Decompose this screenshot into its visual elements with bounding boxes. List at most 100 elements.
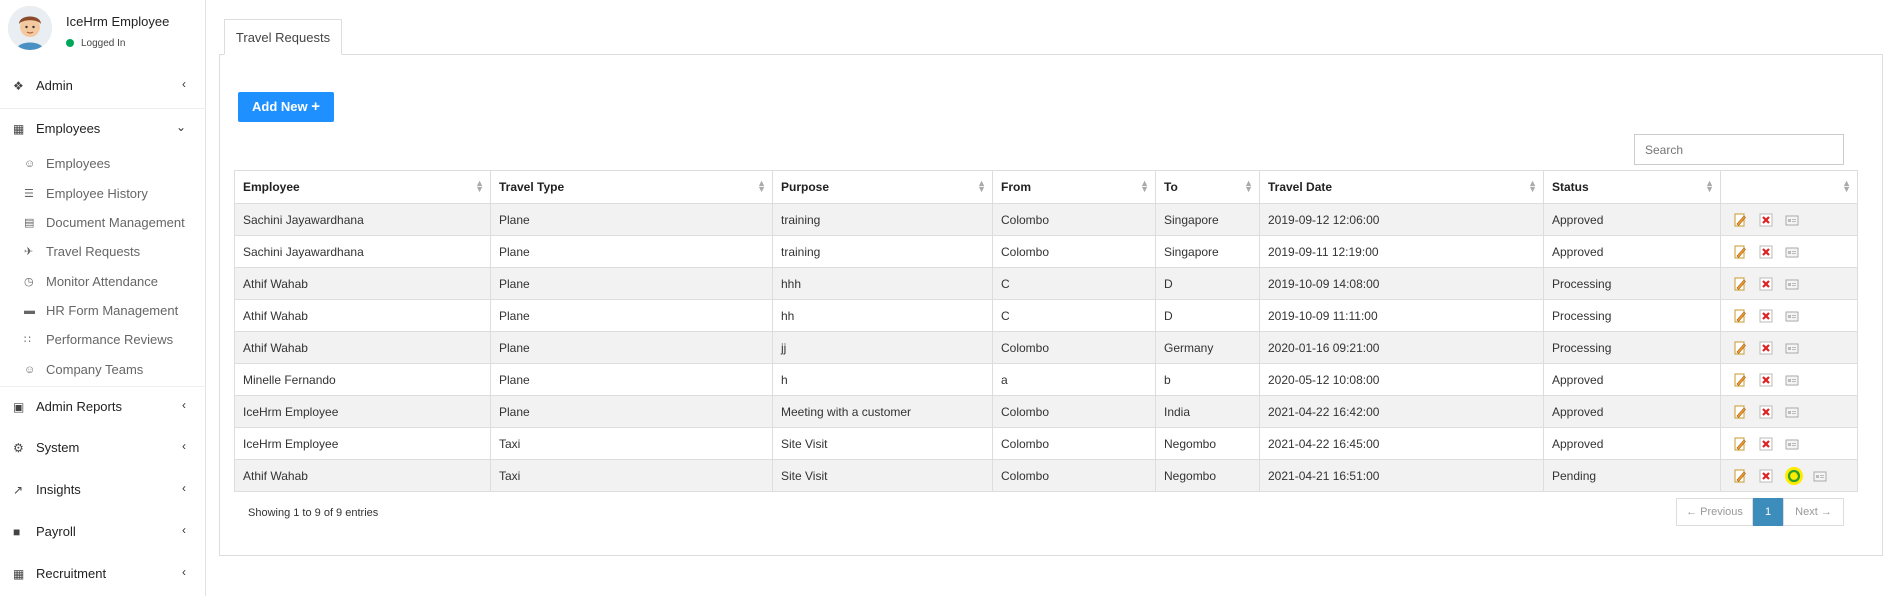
travel-requests-table: Employee ▲ ▼ Travel Type ▲ ▼ Purpose ▲ ▼ From ▲…: [234, 170, 1858, 492]
column-header-actions[interactable]: ▲ ▼: [1720, 170, 1858, 204]
user-name: IceHrm Employee: [66, 14, 170, 29]
sidebar-item-travel-requests[interactable]: ✈ Travel Requests: [0, 238, 206, 266]
cell-to: Negombo: [1155, 427, 1260, 460]
delete-icon[interactable]: [1759, 245, 1773, 259]
column-header-status[interactable]: Status ▲ ▼: [1543, 170, 1721, 204]
chart-line-icon: ↗: [13, 483, 24, 497]
cell-travel-type: Plane: [490, 267, 773, 300]
menu-recruitment[interactable]: ▦ Recruitment ‹: [0, 554, 206, 594]
previous-page-button[interactable]: ← Previous: [1676, 498, 1753, 526]
delete-icon[interactable]: [1759, 277, 1773, 291]
menu-payroll[interactable]: ■ Payroll ‹: [0, 512, 206, 552]
menu-employees-label: Employees: [36, 121, 101, 136]
column-header-travel-date[interactable]: Travel Date ▲ ▼: [1259, 170, 1544, 204]
menu-insights-label: Insights: [36, 482, 81, 497]
delete-icon[interactable]: [1759, 309, 1773, 323]
table-row: Minelle Fernando Plane h a b 2020-05-12 10:08…: [234, 363, 1858, 396]
plus-icon: +: [311, 98, 320, 115]
page-1-button[interactable]: 1: [1753, 498, 1783, 526]
view-icon[interactable]: [1785, 437, 1799, 451]
cell-travel-type: Plane: [490, 235, 773, 268]
cell-purpose: Site Visit: [772, 427, 993, 460]
delete-icon[interactable]: [1759, 341, 1773, 355]
delete-icon[interactable]: [1759, 213, 1773, 227]
edit-icon[interactable]: [1733, 309, 1747, 323]
edit-icon[interactable]: [1733, 277, 1747, 291]
edit-icon[interactable]: [1733, 213, 1747, 227]
cell-to: D: [1155, 299, 1260, 332]
cell-to: India: [1155, 395, 1260, 428]
users-icon: ☺: [24, 158, 36, 170]
view-icon[interactable]: [1785, 213, 1799, 227]
chevron-left-icon: ‹: [182, 439, 186, 453]
cell-purpose: hhh: [772, 267, 993, 300]
users-icon: ☺: [24, 364, 36, 376]
menu-employees[interactable]: ▦ Employees ⌄: [0, 108, 206, 149]
view-icon[interactable]: [1785, 341, 1799, 355]
sidebar-item-employee-history[interactable]: ☰ Employee History: [0, 180, 206, 208]
cell-travel-date: 2019-09-11 12:19:00: [1259, 235, 1544, 268]
menu-insights[interactable]: ↗ Insights ‹: [0, 470, 206, 510]
cell-actions: [1720, 299, 1858, 332]
menu-admin[interactable]: ❖ Admin ‹: [0, 66, 206, 106]
view-icon[interactable]: [1785, 373, 1799, 387]
sidebar-item-document-management[interactable]: ▤ Document Management: [0, 209, 206, 237]
next-page-button[interactable]: Next →: [1783, 498, 1844, 526]
cell-from: C: [992, 299, 1156, 332]
column-header-employee[interactable]: Employee ▲ ▼: [234, 170, 491, 204]
menu-admin-reports[interactable]: ▣ Admin Reports ‹: [0, 386, 206, 427]
sidebar-item-company-teams[interactable]: ☺ Company Teams: [0, 356, 206, 384]
column-header-purpose[interactable]: Purpose ▲ ▼: [772, 170, 993, 204]
menu-system[interactable]: ⚙ System ‹: [0, 428, 206, 468]
cell-from: Colombo: [992, 427, 1156, 460]
sidebar: IceHrm Employee Logged In ❖ Admin ‹ ▦ Em…: [0, 0, 206, 596]
cell-to: Negombo: [1155, 459, 1260, 492]
sidebar-item-employees[interactable]: ☺ Employees: [0, 150, 206, 178]
view-icon[interactable]: [1785, 309, 1799, 323]
cancel-request-icon[interactable]: [1785, 466, 1803, 485]
cell-travel-date: 2019-10-09 11:11:00: [1259, 299, 1544, 332]
tab-travel-requests[interactable]: Travel Requests: [224, 19, 342, 55]
grid-icon: ▦: [13, 567, 25, 581]
cell-purpose: h: [772, 363, 993, 396]
edit-icon[interactable]: [1733, 341, 1747, 355]
sidebar-item-hr-form-management[interactable]: ▬ HR Form Management: [0, 297, 206, 325]
sidebar-item-monitor-attendance[interactable]: ◷ Monitor Attendance: [0, 268, 206, 296]
edit-icon[interactable]: [1733, 469, 1747, 483]
cell-from: a: [992, 363, 1156, 396]
chevron-down-icon: ⌄: [175, 120, 186, 134]
column-header-travel-type[interactable]: Travel Type ▲ ▼: [490, 170, 773, 204]
delete-icon[interactable]: [1759, 405, 1773, 419]
column-header-from[interactable]: From ▲ ▼: [992, 170, 1156, 204]
view-icon[interactable]: [1785, 277, 1799, 291]
column-header-to[interactable]: To ▲ ▼: [1155, 170, 1260, 204]
view-icon[interactable]: [1785, 405, 1799, 419]
delete-icon[interactable]: [1759, 373, 1773, 387]
delete-icon[interactable]: [1759, 469, 1773, 483]
delete-icon[interactable]: [1759, 437, 1773, 451]
cell-actions: [1720, 267, 1858, 300]
cell-to: Germany: [1155, 331, 1260, 364]
user-status-label: Logged In: [81, 38, 126, 49]
user-panel: IceHrm Employee Logged In: [0, 0, 206, 60]
cell-travel-date: 2021-04-22 16:42:00: [1259, 395, 1544, 428]
search-input[interactable]: [1634, 134, 1844, 165]
sort-icon: ▲ ▼: [1842, 178, 1851, 194]
sidebar-item-performance-reviews[interactable]: ∷ Performance Reviews: [0, 326, 206, 354]
edit-icon[interactable]: [1733, 373, 1747, 387]
cell-employee: Sachini Jayawardhana: [234, 235, 491, 268]
chevron-left-icon: ‹: [182, 565, 186, 579]
cell-purpose: Meeting with a customer: [772, 395, 993, 428]
sidebar-item-label: Employee History: [46, 186, 148, 201]
view-icon[interactable]: [1785, 245, 1799, 259]
table-row: Sachini Jayawardhana Plane training Colombo…: [234, 235, 1858, 268]
add-new-button[interactable]: Add New +: [238, 92, 334, 122]
table-row: IceHrm Employee Taxi Site Visit Colombo Nego…: [234, 427, 1858, 460]
edit-icon[interactable]: [1733, 405, 1747, 419]
view-icon[interactable]: [1813, 469, 1827, 483]
edit-icon[interactable]: [1733, 437, 1747, 451]
cell-travel-type: Plane: [490, 395, 773, 428]
sort-icon: ▲ ▼: [977, 178, 986, 194]
edit-icon[interactable]: [1733, 245, 1747, 259]
table-row: Athif Wahab Plane hhh C D 2019-10-09 14:08:00…: [234, 267, 1858, 300]
